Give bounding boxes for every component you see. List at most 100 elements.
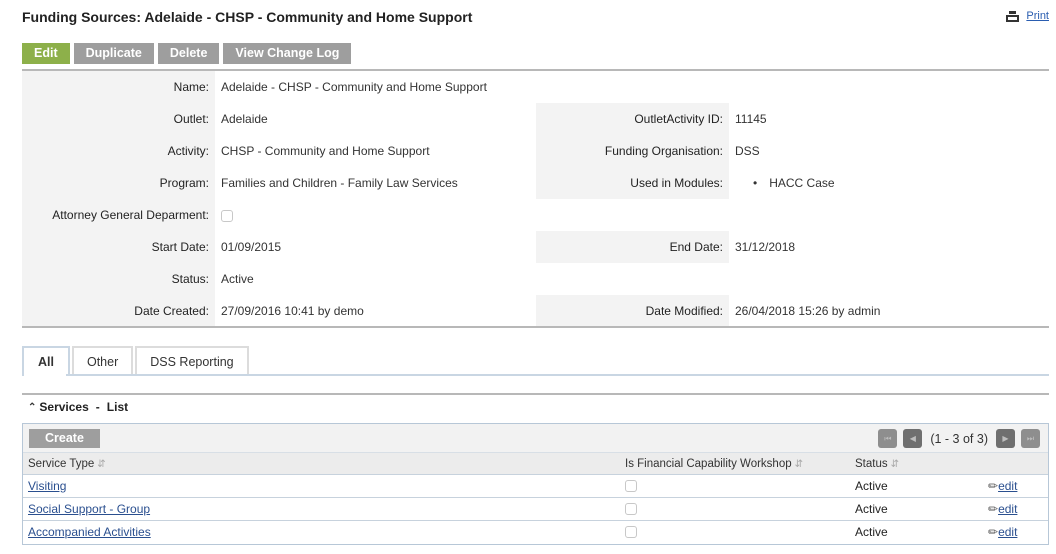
modules-value: • HACC Case (735, 167, 835, 199)
outlet-label: Outlet: (22, 103, 215, 135)
attorney-value (221, 199, 233, 231)
start-date-value: 01/09/2015 (221, 240, 282, 254)
printer-icon (1006, 10, 1020, 22)
status-cell: Active (855, 479, 888, 493)
sort-icon: ⇵ (794, 459, 804, 470)
services-title: Services (39, 400, 89, 414)
column-header-status[interactable]: Status ⇵ (855, 453, 899, 476)
grid-header: Service Type ⇵ Is Financial Capability Wo… (23, 453, 1048, 475)
tab-underline (66, 374, 1049, 376)
column-header-service-type[interactable]: Service Type ⇵ (28, 453, 106, 476)
separator: - (95, 400, 100, 414)
first-page-icon: ⏮ (884, 434, 892, 443)
page-title: Funding Sources: Adelaide - CHSP - Commu… (22, 9, 473, 25)
name-label: Name: (22, 71, 215, 103)
edit-button[interactable]: Edit (22, 43, 70, 64)
edit-link[interactable]: ✏edit (988, 475, 1017, 497)
column-header-financial-workshop[interactable]: Is Financial Capability Workshop ⇵ (625, 453, 803, 476)
funding-org-label: Funding Organisation: (536, 135, 729, 167)
tab-other[interactable]: Other (71, 346, 134, 376)
financial-workshop-checkbox[interactable] (625, 502, 637, 515)
date-modified-value: 26/04/2018 15:26 by admin (735, 304, 881, 318)
financial-workshop-checkbox[interactable] (625, 525, 637, 538)
end-date-label: End Date: (536, 231, 729, 263)
outlet-activity-id-label: OutletActivity ID: (536, 103, 729, 135)
modules-label: Used in Modules: (536, 167, 729, 199)
detail-row-outlet: Outlet: Adelaide OutletActivity ID: 1114… (22, 103, 1049, 135)
services-section-header[interactable]: ⌃ Services - List (28, 400, 128, 414)
details-panel: Name: Adelaide - CHSP - Community and Ho… (22, 71, 1049, 327)
next-page-button[interactable]: ▶ (996, 429, 1015, 448)
prev-page-button[interactable]: ◀ (903, 429, 923, 448)
financial-workshop-cell (625, 498, 637, 520)
print-label[interactable]: Print (1026, 10, 1049, 22)
pencil-icon: ✏ (988, 525, 999, 539)
table-row: Social Support - Group Active ✏edit (23, 498, 1048, 521)
status-value: Active (221, 272, 254, 286)
prev-page-icon: ◀ (909, 434, 916, 443)
funding-org-value: DSS (735, 144, 760, 158)
view-change-log-button[interactable]: View Change Log (223, 43, 352, 64)
divider (22, 393, 1049, 395)
table-row: Accompanied Activities Active ✏edit (23, 521, 1048, 544)
services-subtitle: List (106, 400, 129, 414)
date-created-label: Date Created: (22, 295, 215, 327)
date-created-value: 27/09/2016 10:41 by demo (221, 304, 364, 318)
attorney-label: Attorney General Deparment: (22, 199, 215, 231)
financial-workshop-cell (625, 521, 637, 543)
grid-toolbar: Create ⏮ ◀ (1 - 3 of 3) ▶ ⏭ (23, 424, 1048, 453)
pencil-icon: ✏ (988, 502, 999, 516)
outlet-value: Adelaide (221, 112, 268, 126)
activity-label: Activity: (22, 135, 215, 167)
tab-all[interactable]: All (22, 346, 70, 376)
status-label: Status: (22, 263, 215, 295)
print-link[interactable]: Print (1006, 10, 1049, 22)
edit-link[interactable]: ✏edit (988, 498, 1017, 520)
outlet-activity-id-value: 11145 (735, 112, 767, 126)
service-type-link[interactable]: Accompanied Activities (28, 521, 151, 543)
table-row: Visiting Active ✏edit (23, 475, 1048, 498)
action-toolbar: Edit Duplicate Delete View Change Log (22, 43, 352, 64)
last-page-button[interactable]: ⏭ (1021, 429, 1040, 448)
detail-row-audit: Date Created: 27/09/2016 10:41 by demo D… (22, 295, 1049, 327)
pencil-icon: ✏ (988, 479, 999, 493)
bullet-icon: • (753, 176, 758, 190)
pager-text: (1 - 3 of 3) (930, 431, 988, 446)
service-type-link[interactable]: Social Support - Group (28, 498, 150, 520)
detail-row-attorney: Attorney General Deparment: (22, 199, 1049, 231)
pager: ⏮ ◀ (1 - 3 of 3) ▶ ⏭ (878, 429, 1040, 448)
collapse-chevron-icon[interactable]: ⌃ (28, 402, 36, 413)
detail-row-status: Status: Active (22, 263, 1049, 295)
date-modified-label: Date Modified: (536, 295, 729, 327)
status-cell: Active (855, 525, 888, 539)
detail-row-name: Name: Adelaide - CHSP - Community and Ho… (22, 71, 1049, 103)
tab-bar: All Other DSS Reporting (22, 346, 251, 376)
services-grid: Create ⏮ ◀ (1 - 3 of 3) ▶ ⏭ Service Type… (22, 423, 1049, 545)
next-page-icon: ▶ (1002, 434, 1009, 443)
tab-dss-reporting[interactable]: DSS Reporting (135, 346, 249, 376)
detail-row-activity: Activity: CHSP - Community and Home Supp… (22, 135, 1049, 167)
duplicate-button[interactable]: Duplicate (73, 43, 154, 64)
sort-icon: ⇵ (890, 459, 899, 470)
program-value: Families and Children - Family Law Servi… (221, 176, 458, 190)
delete-button[interactable]: Delete (157, 43, 220, 64)
sort-icon: ⇵ (97, 459, 106, 470)
financial-workshop-cell (625, 475, 637, 497)
start-date-label: Start Date: (22, 231, 215, 263)
edit-link[interactable]: ✏edit (988, 521, 1017, 543)
create-button[interactable]: Create (29, 429, 100, 448)
module-item: HACC Case (769, 176, 835, 190)
status-cell: Active (855, 502, 888, 516)
detail-row-dates: Start Date: 01/09/2015 End Date: 31/12/2… (22, 231, 1049, 263)
service-type-link[interactable]: Visiting (28, 475, 66, 497)
activity-value: CHSP - Community and Home Support (221, 144, 430, 158)
last-page-icon: ⏭ (1026, 434, 1035, 443)
first-page-button[interactable]: ⏮ (878, 429, 898, 448)
attorney-checkbox[interactable] (221, 209, 233, 222)
financial-workshop-checkbox[interactable] (625, 479, 637, 492)
program-label: Program: (22, 167, 215, 199)
detail-row-program: Program: Families and Children - Family … (22, 167, 1049, 199)
divider (22, 326, 1049, 328)
name-value: Adelaide - CHSP - Community and Home Sup… (221, 80, 487, 94)
end-date-value: 31/12/2018 (735, 240, 796, 254)
